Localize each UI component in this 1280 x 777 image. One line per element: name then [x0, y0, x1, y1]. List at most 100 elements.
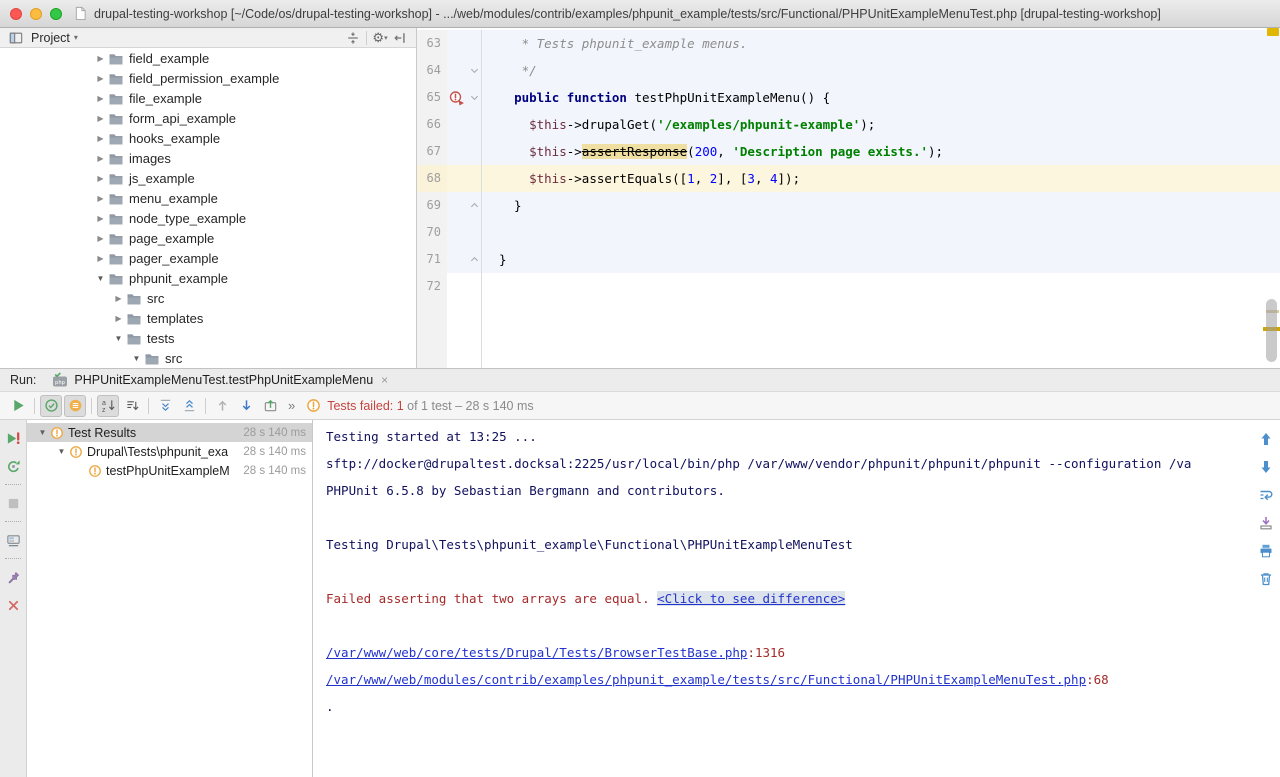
editor-line[interactable]: 72	[417, 273, 1280, 300]
restore-layout-icon[interactable]	[3, 530, 23, 550]
expand-all-icon[interactable]	[154, 395, 176, 417]
project-tree-item[interactable]: ▶menu_example	[0, 188, 416, 208]
soft-wrap-icon[interactable]	[1257, 486, 1275, 504]
close-tab-icon[interactable]: ×	[381, 373, 388, 387]
close-window-button[interactable]	[10, 8, 22, 20]
project-panel-title[interactable]: Project	[31, 31, 70, 45]
close-icon[interactable]	[3, 595, 23, 615]
chevron-down-icon[interactable]: ▼	[35, 428, 50, 437]
chevron-right-icon[interactable]: ▶	[93, 114, 108, 123]
console-link[interactable]: <Click to see difference>	[657, 591, 845, 606]
chevron-right-icon[interactable]: ▶	[93, 194, 108, 203]
locate-icon[interactable]	[343, 29, 363, 47]
chevron-down-icon[interactable]: ▾	[74, 33, 78, 42]
console-link[interactable]: /var/www/web/core/tests/Drupal/Tests/Bro…	[326, 645, 747, 660]
separator	[148, 398, 149, 414]
chevron-right-icon[interactable]: ▶	[93, 174, 108, 183]
test-failed-icon[interactable]	[447, 84, 467, 111]
sort-by-duration-icon[interactable]	[121, 395, 143, 417]
chevron-down-icon[interactable]: ▼	[54, 447, 69, 456]
chevron-down-icon[interactable]: ▼	[129, 354, 144, 363]
project-tree-item[interactable]: ▶field_permission_example	[0, 68, 416, 88]
print-icon[interactable]	[1257, 542, 1275, 560]
editor-line[interactable]: 64 */	[417, 57, 1280, 84]
fold-marker-icon[interactable]	[467, 192, 482, 219]
chevron-right-icon[interactable]: ▶	[93, 254, 108, 263]
editor-filler	[417, 300, 1280, 368]
stop-icon[interactable]	[3, 493, 23, 513]
status-detail-text: of 1 test – 28 s 140 ms	[404, 399, 534, 413]
editor-line[interactable]: 65 public function testPhpUnitExampleMen…	[417, 84, 1280, 111]
chevron-right-icon[interactable]: ▶	[93, 94, 108, 103]
console-link[interactable]: /var/www/web/modules/contrib/examples/ph…	[326, 672, 1086, 687]
fold-marker-icon[interactable]	[467, 57, 482, 84]
editor-line[interactable]: 68 $this->assertEquals([1, 2], [3, 4]);	[417, 165, 1280, 192]
project-tree-item[interactable]: ▶pager_example	[0, 248, 416, 268]
chevron-right-icon[interactable]: ▶	[111, 314, 126, 323]
fold-marker-icon[interactable]	[467, 246, 482, 273]
chevron-down-icon[interactable]: ▼	[93, 274, 108, 283]
project-tree-item[interactable]: ▶node_type_example	[0, 208, 416, 228]
project-tree-item[interactable]: ▶page_example	[0, 228, 416, 248]
console-line: /var/www/web/modules/contrib/examples/ph…	[326, 666, 1246, 693]
collapse-all-icon[interactable]	[178, 395, 200, 417]
editor-line[interactable]: 63 * Tests phpunit_example menus.	[417, 30, 1280, 57]
project-tree-item[interactable]: ▶form_api_example	[0, 108, 416, 128]
more-actions-icon[interactable]: »	[288, 398, 296, 413]
minimize-window-button[interactable]	[30, 8, 42, 20]
project-tree-item[interactable]: ▶js_example	[0, 168, 416, 188]
chevron-right-icon[interactable]: ▶	[93, 234, 108, 243]
rerun-icon[interactable]	[3, 456, 23, 476]
rerun-failed-icon[interactable]	[3, 428, 23, 448]
chevron-right-icon[interactable]: ▶	[93, 74, 108, 83]
inspection-indicator[interactable]	[1267, 28, 1279, 36]
editor-line[interactable]: 70	[417, 219, 1280, 246]
chevron-right-icon[interactable]: ▶	[93, 214, 108, 223]
editor-line[interactable]: 69 }	[417, 192, 1280, 219]
project-tree-item[interactable]: ▶hooks_example	[0, 128, 416, 148]
chevron-down-icon[interactable]: ▼	[111, 334, 126, 343]
console-output[interactable]: Testing started at 13:25 ...sftp://docke…	[313, 420, 1280, 777]
warning-icon	[88, 464, 102, 478]
project-tree-item[interactable]: ▼phpunit_example	[0, 268, 416, 288]
import-results-icon[interactable]	[259, 395, 281, 417]
up-stack-icon[interactable]	[1257, 430, 1275, 448]
run-tab[interactable]: php PHPUnitExampleMenuTest.testPhpUnitEx…	[48, 369, 392, 391]
previous-failed-icon[interactable]	[211, 395, 233, 417]
console-line: Testing started at 13:25 ...	[326, 423, 1246, 450]
project-tree-item[interactable]: ▶file_example	[0, 88, 416, 108]
code-editor[interactable]: 63 * Tests phpunit_example menus.64 */65…	[417, 28, 1280, 368]
project-tree-item[interactable]: ▼tests	[0, 328, 416, 348]
project-tree-item[interactable]: ▼src	[0, 348, 416, 368]
editor-line[interactable]: 71}	[417, 246, 1280, 273]
fold-marker-icon[interactable]	[467, 84, 482, 111]
chevron-right-icon[interactable]: ▶	[93, 54, 108, 63]
project-tree-item[interactable]: ▶images	[0, 148, 416, 168]
hide-panel-icon[interactable]	[390, 29, 410, 47]
next-failed-icon[interactable]	[235, 395, 257, 417]
chevron-right-icon[interactable]: ▶	[93, 134, 108, 143]
chevron-right-icon[interactable]: ▶	[93, 154, 108, 163]
pin-tab-icon[interactable]	[3, 567, 23, 587]
show-passed-icon[interactable]	[40, 395, 62, 417]
editor-scrollbar-thumb[interactable]	[1266, 299, 1277, 362]
project-tree-item[interactable]: ▶field_example	[0, 48, 416, 68]
test-tree-item[interactable]: ▼Test Results28 s 140 ms	[27, 423, 312, 442]
chevron-right-icon[interactable]: ▶	[111, 294, 126, 303]
clear-all-icon[interactable]	[1257, 570, 1275, 588]
scroll-to-end-icon[interactable]	[1257, 514, 1275, 532]
sort-alphabetically-icon[interactable]: az	[97, 395, 119, 417]
separator	[5, 558, 21, 559]
gear-icon[interactable]: ⚙▾	[370, 29, 390, 47]
down-stack-icon[interactable]	[1257, 458, 1275, 476]
line-number: 69	[417, 192, 447, 219]
project-tree-item[interactable]: ▶src	[0, 288, 416, 308]
test-tree-item[interactable]: ▼Drupal\Tests\phpunit_exa28 s 140 ms	[27, 442, 312, 461]
editor-line[interactable]: 66 $this->drupalGet('/examples/phpunit-e…	[417, 111, 1280, 138]
test-tree-item[interactable]: testPhpUnitExampleM28 s 140 ms	[27, 461, 312, 480]
zoom-window-button[interactable]	[50, 8, 62, 20]
project-tree-item[interactable]: ▶templates	[0, 308, 416, 328]
show-ignored-icon[interactable]	[64, 395, 86, 417]
editor-line[interactable]: 67 $this->assertResponse(200, 'Descripti…	[417, 138, 1280, 165]
rerun-tests-icon[interactable]	[7, 395, 29, 417]
